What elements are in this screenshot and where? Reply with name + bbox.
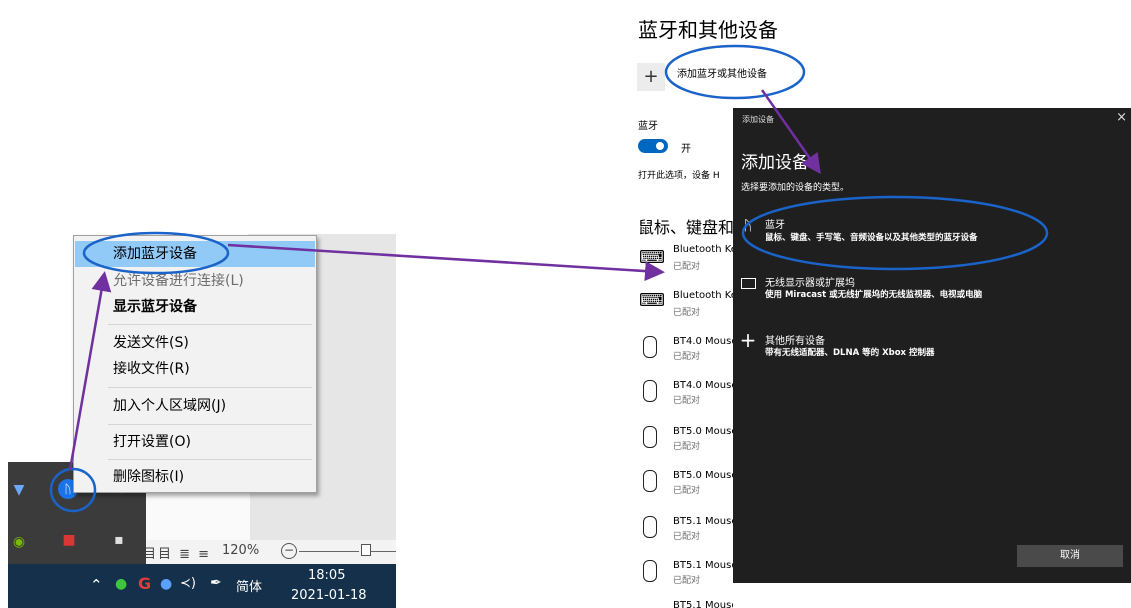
annotation-circle-tray <box>49 467 97 513</box>
annotation-circle-add-button <box>664 44 806 100</box>
annotation-circle-bluetooth-option <box>741 195 1049 271</box>
annotation-arrow-tray-to-menu <box>68 271 112 471</box>
annotation-arrow-menu-to-settings <box>227 243 665 282</box>
annotation-overlay <box>49 44 1049 513</box>
annotation-circle-menu <box>82 231 230 275</box>
annotation-arrow-add-to-dialog <box>760 89 821 175</box>
